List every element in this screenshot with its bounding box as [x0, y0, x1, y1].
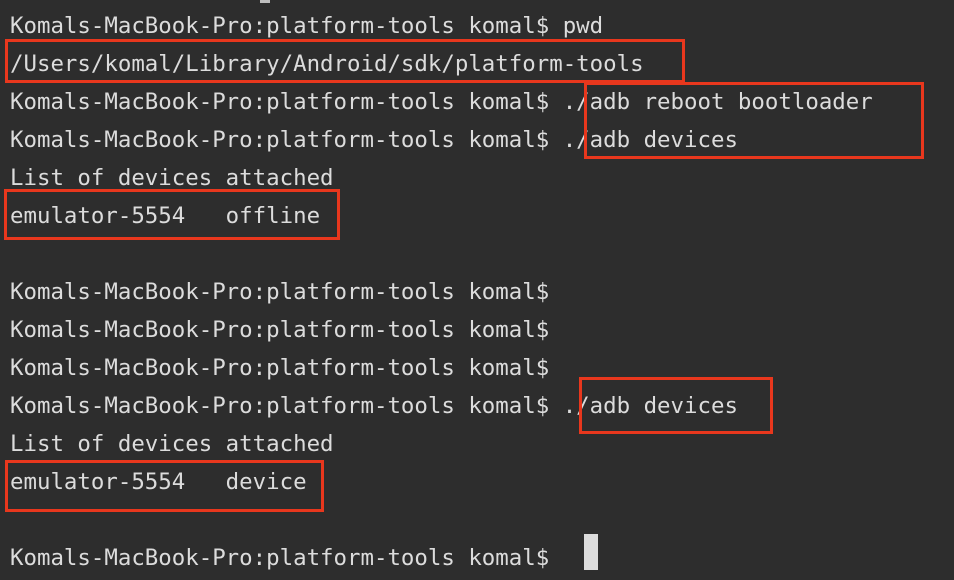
terminal-line-9: Komals-MacBook-Pro:platform-tools komal$ — [10, 317, 550, 343]
terminal-line-12: List of devices attached — [10, 431, 334, 457]
terminal-line-11: Komals-MacBook-Pro:platform-tools komal$… — [10, 393, 738, 419]
terminal-window[interactable]: Komals-MacBook-Pro:platform-tools komal$… — [0, 0, 954, 580]
terminal-line-1: Komals-MacBook-Pro:platform-tools komal$… — [10, 13, 604, 39]
terminal-line-3: Komals-MacBook-Pro:platform-tools komal$… — [10, 89, 873, 115]
terminal-line-8: Komals-MacBook-Pro:platform-tools komal$ — [10, 279, 550, 305]
terminal-cursor — [584, 534, 598, 570]
terminal-line-6: emulator-5554 offline — [10, 203, 321, 229]
terminal-line-10: Komals-MacBook-Pro:platform-tools komal$ — [10, 355, 550, 381]
terminal-line-5: List of devices attached — [10, 165, 334, 191]
scrolled-line-fragment — [260, 0, 270, 3]
terminal-line-15: Komals-MacBook-Pro:platform-tools komal$ — [10, 545, 550, 571]
terminal-line-2: /Users/komal/Library/Android/sdk/platfor… — [10, 51, 644, 77]
terminal-line-13: emulator-5554 device — [10, 469, 307, 495]
terminal-line-4: Komals-MacBook-Pro:platform-tools komal$… — [10, 127, 738, 153]
